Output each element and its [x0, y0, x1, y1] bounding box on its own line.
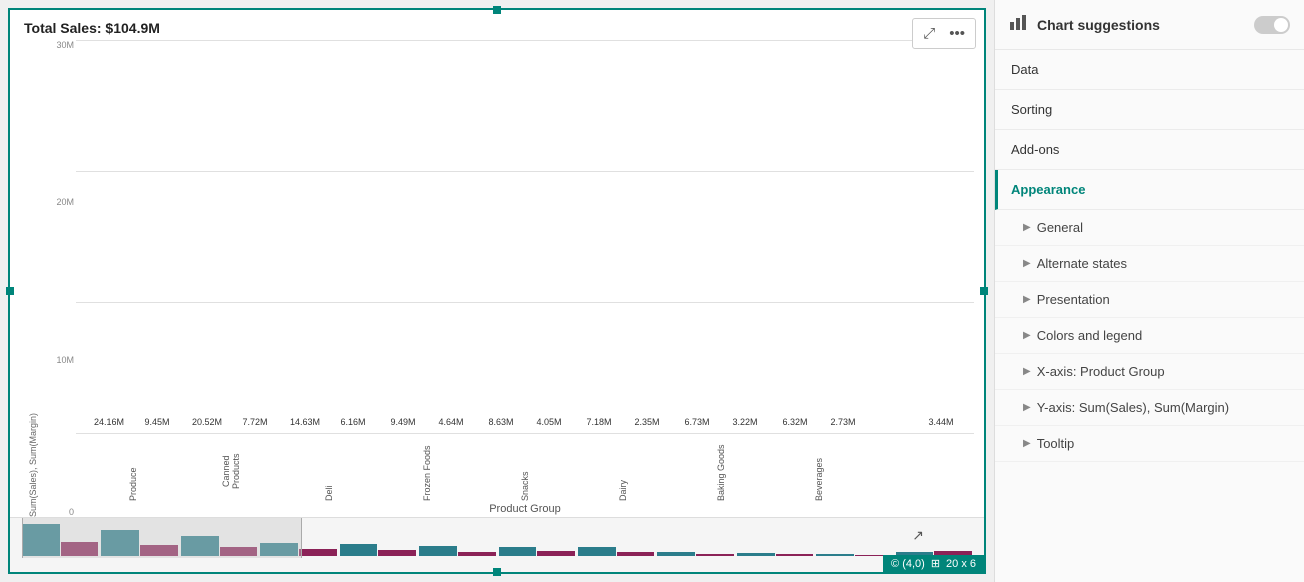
chevron-presentation: ▶ — [1023, 294, 1031, 305]
bar-group-last: 3.44M — [870, 40, 964, 433]
panel-header-title: Chart suggestions — [1037, 17, 1246, 33]
mini-bar-group-5 — [340, 544, 416, 556]
chart-toolbar: ⤢ ••• — [912, 18, 976, 49]
nav-item-data[interactable]: Data — [995, 50, 1304, 90]
nav-section-colors-legend[interactable]: ▶ Colors and legend — [995, 318, 1304, 354]
nav-label-data: Data — [1011, 62, 1038, 77]
chevron-general: ▶ — [1023, 222, 1031, 233]
nav-item-addons[interactable]: Add-ons — [995, 130, 1304, 170]
mini-bar-group-10 — [737, 553, 813, 556]
x-axis-labels: Produce Canned Products Deli Frozen Food… — [76, 441, 974, 501]
anchor-right[interactable] — [980, 287, 988, 295]
nav-label-addons: Add-ons — [1011, 142, 1059, 157]
bar-group-beverages: 6.32M 2.73M — [772, 40, 866, 433]
chart-area: ⤢ ••• Total Sales: $104.9M Sum(Sales), S… — [0, 0, 994, 582]
chart-inner: 24.16M 9.45M — [76, 40, 974, 517]
chart-plot-area: Sum(Sales), Sum(Margin) 30M 20M 10M 0 — [20, 40, 974, 517]
section-label-tooltip: Tooltip — [1037, 436, 1075, 451]
section-label-presentation: Presentation — [1037, 292, 1110, 307]
panel-nav: Data Sorting Add-ons Appearance ▶ Genera… — [995, 50, 1304, 462]
panel-header: Chart suggestions — [995, 0, 1304, 50]
x-axis-title: Product Group — [76, 501, 974, 517]
mini-bar-group-8 — [578, 547, 654, 556]
section-label-general: General — [1037, 220, 1083, 235]
chevron-tooltip: ▶ — [1023, 438, 1031, 449]
chart-title: Total Sales: $104.9M — [10, 10, 984, 40]
anchor-bottom[interactable] — [493, 568, 501, 576]
nav-section-tooltip[interactable]: ▶ Tooltip — [995, 426, 1304, 462]
section-label-alt-states: Alternate states — [1037, 256, 1127, 271]
nav-section-presentation[interactable]: ▶ Presentation — [995, 282, 1304, 318]
gridline-0 — [76, 433, 974, 434]
mini-chart: © (4,0) ⊞ 20 x 6 ↗ — [10, 517, 984, 572]
nav-item-appearance[interactable]: Appearance — [995, 170, 1304, 210]
nav-section-alt-states[interactable]: ▶ Alternate states — [995, 246, 1304, 282]
nav-section-general[interactable]: ▶ General — [995, 210, 1304, 246]
bar-group-produce: 24.16M 9.45M — [86, 40, 180, 433]
nav-section-x-axis[interactable]: ▶ X-axis: Product Group — [995, 354, 1304, 390]
bar-group-baking: 6.73M 3.22M — [674, 40, 768, 433]
mini-bar-group-11 — [816, 554, 892, 556]
gridlines-and-bars: 24.16M 9.45M — [76, 40, 974, 433]
properties-panel: Chart suggestions Data Sorting Add-ons A… — [994, 0, 1304, 582]
bar-group-dairy: 7.18M 2.35M — [576, 40, 670, 433]
mini-chart-content — [10, 518, 984, 558]
mini-bar-group-7 — [499, 547, 575, 556]
nav-section-y-axis[interactable]: ▶ Y-axis: Sum(Sales), Sum(Margin) — [995, 390, 1304, 426]
bars-container: 24.16M 9.45M — [76, 40, 974, 433]
bar-group-deli: 14.63M 6.16M — [282, 40, 376, 433]
anchor-top[interactable] — [493, 6, 501, 14]
chart-main: Sum(Sales), Sum(Margin) 30M 20M 10M 0 — [10, 40, 984, 517]
bar-group-frozen: 9.49M 4.64M — [380, 40, 474, 433]
section-label-y-axis: Y-axis: Sum(Sales), Sum(Margin) — [1037, 400, 1229, 415]
anchor-left[interactable] — [6, 287, 14, 295]
chart-suggestions-toggle[interactable] — [1254, 16, 1290, 34]
status-grid-icon: ⊞ — [931, 557, 940, 570]
chevron-y-axis: ▶ — [1023, 402, 1031, 413]
chevron-x-axis: ▶ — [1023, 366, 1031, 377]
more-options-button[interactable]: ••• — [945, 23, 969, 44]
mini-bar-group-9 — [657, 552, 733, 556]
chevron-alt-states: ▶ — [1023, 258, 1031, 269]
chart-container: ⤢ ••• Total Sales: $104.9M Sum(Sales), S… — [8, 8, 986, 574]
bar-group-snacks: 8.63M 4.05M — [478, 40, 572, 433]
chevron-colors-legend: ▶ — [1023, 330, 1031, 341]
status-position: © (4,0) — [891, 558, 925, 570]
status-grid-size: 20 x 6 — [946, 558, 976, 570]
nav-item-sorting[interactable]: Sorting — [995, 90, 1304, 130]
section-label-x-axis: X-axis: Product Group — [1037, 364, 1165, 379]
nav-label-sorting: Sorting — [1011, 102, 1052, 117]
bar-group-canned: 20.52M 7.72M — [184, 40, 278, 433]
chart-status-bar: © (4,0) ⊞ 20 x 6 — [883, 555, 984, 572]
section-label-colors-legend: Colors and legend — [1037, 328, 1143, 343]
y-axis-label: Sum(Sales), Sum(Margin) — [22, 40, 40, 517]
mini-chart-selection[interactable] — [22, 518, 302, 558]
cursor-indicator: ↗ — [912, 527, 924, 544]
expand-button[interactable]: ⤢ — [919, 23, 939, 44]
nav-label-appearance: Appearance — [1011, 182, 1085, 197]
chart-suggestions-icon — [1009, 12, 1029, 37]
y-axis-ticks: 30M 20M 10M 0 — [40, 40, 76, 517]
mini-bar-group-6 — [419, 546, 495, 556]
